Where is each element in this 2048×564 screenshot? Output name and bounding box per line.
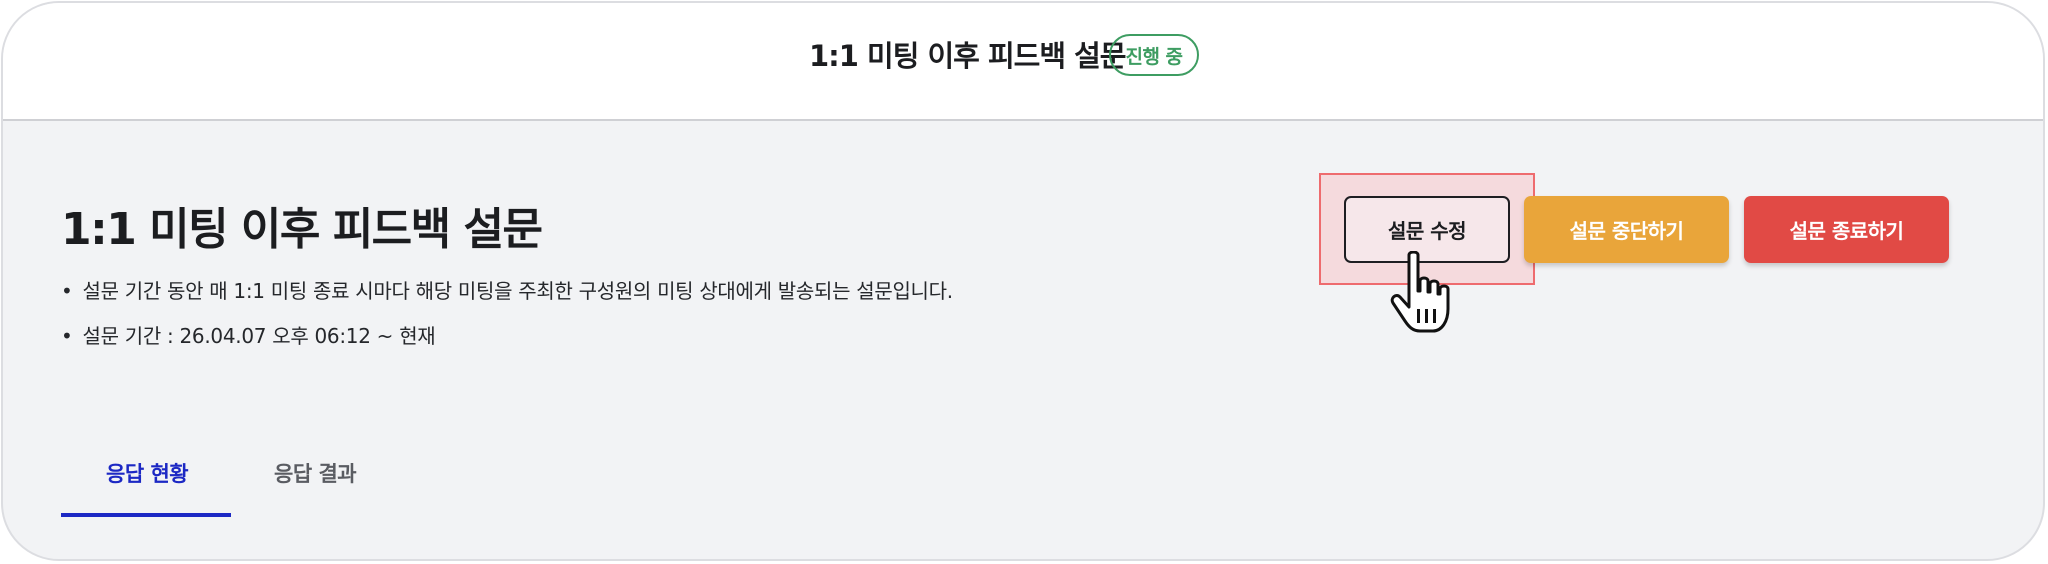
survey-window: 1:1 미팅 이후 피드백 설문 진행 중 1:1 미팅 이후 피드백 설문 •… [1,1,2045,561]
tab-response-status[interactable]: 응답 현황 [106,458,189,488]
pause-survey-button[interactable]: 설문 중단하기 [1524,196,1729,263]
close-survey-button[interactable]: 설문 종료하기 [1744,196,1949,263]
tab-response-results[interactable]: 응답 결과 [274,458,357,488]
active-tab-indicator [61,513,231,517]
page-title: 1:1 미팅 이후 피드백 설문 [61,204,543,255]
status-badge: 진행 중 [1109,34,1199,76]
description-text: 설문 기간 동안 매 1:1 미팅 종료 시마다 해당 미팅을 주최한 구성원의… [82,279,954,303]
bullet-icon: • [61,324,73,348]
hand-pointer-icon [1390,251,1450,333]
survey-period: • 설문 기간 : 26.04.07 오후 06:12 ~ 현재 [61,320,436,349]
top-bar: 1:1 미팅 이후 피드백 설문 진행 중 [3,3,2043,121]
header-title: 1:1 미팅 이후 피드백 설문 [809,39,1126,73]
period-text: 설문 기간 : 26.04.07 오후 06:12 ~ 현재 [82,324,436,348]
bullet-icon: • [61,279,73,303]
survey-description: • 설문 기간 동안 매 1:1 미팅 종료 시마다 해당 미팅을 주최한 구성원… [61,275,953,304]
